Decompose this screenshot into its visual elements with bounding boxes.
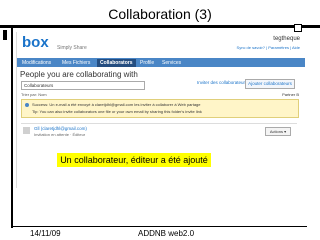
collaborator-name[interactable]: Gll (claretjdhl@gmail.com): [34, 126, 87, 131]
tab-collaborators[interactable]: Collaborators: [97, 59, 136, 67]
box-logo[interactable]: box: [22, 35, 49, 50]
sort-label[interactable]: Trier par: Nom: [21, 92, 47, 97]
footer-center: ADDNB web2.0: [138, 229, 195, 238]
tab-modifications[interactable]: Modifications: [19, 59, 54, 67]
info-icon: [25, 103, 29, 107]
tab-profile[interactable]: Profile: [137, 59, 157, 67]
page-heading: People you are collaborating with: [20, 70, 138, 79]
collaborator-status: Invitation en attente · Éditeur: [34, 132, 86, 137]
collaborator-row: Gll (claretjdhl@gmail.com) Invitation en…: [21, 123, 297, 138]
footer-divider: [13, 226, 307, 227]
notice-success-text: Success: Un e-mail a été envoyé à claret…: [32, 102, 201, 107]
tab-mes-fichiers[interactable]: Mes Fichiers: [59, 59, 93, 67]
success-notice: Success: Un e-mail a été envoyé à claret…: [21, 99, 299, 118]
tab-services[interactable]: Services: [159, 59, 184, 67]
user-name[interactable]: tegtheque: [273, 36, 300, 42]
folder-label: Partner B: [282, 92, 299, 97]
slide-caption: Un collaborateur, éditeur a été ajouté: [57, 153, 211, 167]
left-marker: [3, 30, 7, 40]
add-collaborators-button[interactable]: Ajouter collaborateurs: [245, 79, 295, 89]
invite-link[interactable]: Inviter des collaborateurs: [197, 80, 247, 85]
notice-tip-text: Tip: You can also invite collaborators o…: [32, 109, 202, 114]
top-links[interactable]: Sync de savoir? | Paramètres | Aide: [237, 45, 300, 50]
actions-dropdown[interactable]: Actions ▾: [265, 127, 291, 136]
left-rule: [11, 28, 13, 228]
logo-tagline: Simply Share: [57, 45, 87, 51]
title-underline: [0, 25, 320, 28]
corner-square: [294, 24, 302, 32]
filter-input[interactable]: Collaborateurs: [21, 81, 145, 90]
avatar: [23, 127, 30, 134]
slide-title: Collaboration (3): [108, 6, 212, 22]
footer-date: 14/11/09: [30, 229, 61, 238]
